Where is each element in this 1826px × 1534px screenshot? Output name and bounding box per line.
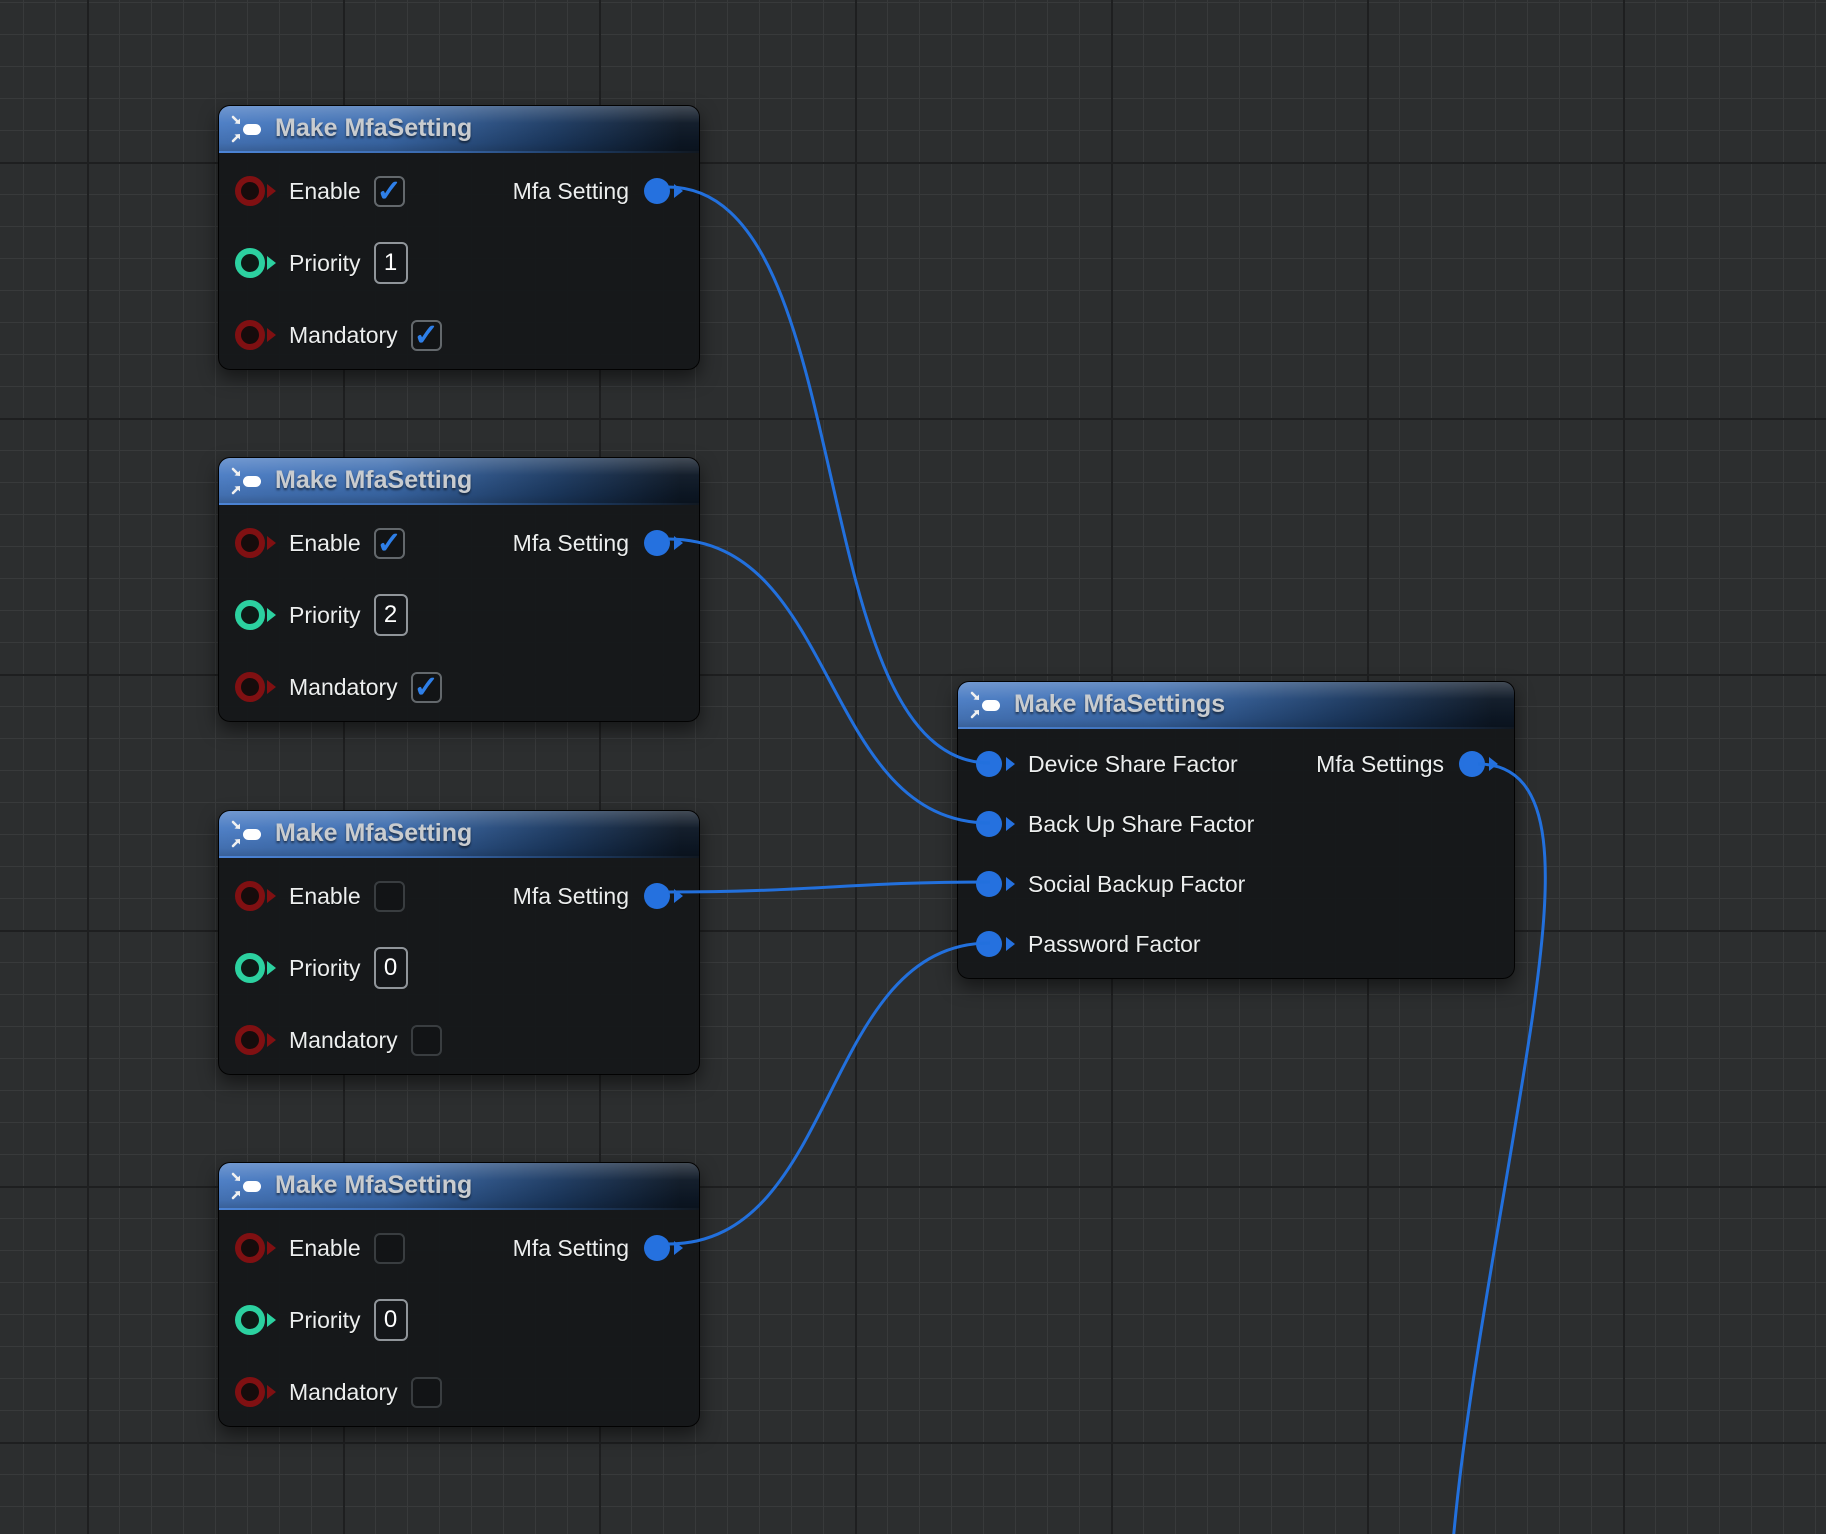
node-header[interactable]: Make MfaSettings xyxy=(958,682,1514,727)
enable-checkbox[interactable] xyxy=(374,1233,405,1264)
pin-label-enable: Enable xyxy=(289,178,361,205)
mandatory-checkbox[interactable] xyxy=(411,320,442,351)
bool-pin-enable[interactable] xyxy=(235,176,276,206)
node-make-mfasetting-1[interactable]: Make MfaSetting Enable Mfa Setting Prior… xyxy=(218,105,700,370)
pin-label-enable: Enable xyxy=(289,1235,361,1262)
node-title: Make MfaSetting xyxy=(275,1171,472,1200)
pin-label-mandatory: Mandatory xyxy=(289,322,398,349)
int-pin-priority[interactable] xyxy=(235,1305,276,1335)
pin-label-output: Mfa Setting xyxy=(513,883,629,910)
pin-label-priority: Priority xyxy=(289,250,361,277)
bool-pin-mandatory[interactable] xyxy=(235,320,276,350)
node-make-mfasettings[interactable]: Make MfaSettings Device Share Factor Mfa… xyxy=(957,681,1515,979)
pin-label-output: Mfa Setting xyxy=(513,530,629,557)
bool-pin-enable[interactable] xyxy=(235,881,276,911)
make-struct-icon xyxy=(230,464,264,498)
pin-label-output: Mfa Setting xyxy=(513,1235,629,1262)
make-struct-icon xyxy=(230,817,264,851)
pin-label-mandatory: Mandatory xyxy=(289,1379,398,1406)
node-header[interactable]: Make MfaSetting xyxy=(219,458,699,503)
pin-label-backup-share-factor: Back Up Share Factor xyxy=(1028,811,1254,838)
struct-pin-output[interactable] xyxy=(642,528,683,558)
make-struct-icon xyxy=(230,1169,264,1203)
enable-checkbox[interactable] xyxy=(374,881,405,912)
blueprint-canvas[interactable]: Make MfaSetting Enable Mfa Setting Prior… xyxy=(0,0,1826,1534)
pin-label-mandatory: Mandatory xyxy=(289,1027,398,1054)
bool-pin-mandatory[interactable] xyxy=(235,672,276,702)
node-title: Make MfaSetting xyxy=(275,466,472,495)
mandatory-checkbox[interactable] xyxy=(411,1025,442,1056)
pin-label-device-share-factor: Device Share Factor xyxy=(1028,751,1238,778)
pin-label-output: Mfa Settings xyxy=(1316,751,1444,778)
wire-setting3-to-social-backup[interactable] xyxy=(668,882,990,892)
bool-pin-enable[interactable] xyxy=(235,528,276,558)
node-title: Make MfaSettings xyxy=(1014,690,1225,719)
node-header[interactable]: Make MfaSetting xyxy=(219,811,699,856)
pin-label-social-backup-factor: Social Backup Factor xyxy=(1028,871,1245,898)
node-header[interactable]: Make MfaSetting xyxy=(219,106,699,151)
node-header[interactable]: Make MfaSetting xyxy=(219,1163,699,1208)
struct-pin-output[interactable] xyxy=(642,176,683,206)
int-pin-priority[interactable] xyxy=(235,600,276,630)
pin-label-priority: Priority xyxy=(289,1307,361,1334)
priority-input[interactable]: 1 xyxy=(374,242,408,284)
int-pin-priority[interactable] xyxy=(235,248,276,278)
bool-pin-mandatory[interactable] xyxy=(235,1377,276,1407)
priority-input[interactable]: 0 xyxy=(374,1299,408,1341)
int-pin-priority[interactable] xyxy=(235,953,276,983)
node-title: Make MfaSetting xyxy=(275,114,472,143)
pin-label-enable: Enable xyxy=(289,883,361,910)
make-struct-icon xyxy=(969,688,1003,722)
mandatory-checkbox[interactable] xyxy=(411,1377,442,1408)
struct-pin-output[interactable] xyxy=(642,1233,683,1263)
enable-checkbox[interactable] xyxy=(374,528,405,559)
make-struct-icon xyxy=(230,112,264,146)
pin-label-mandatory: Mandatory xyxy=(289,674,398,701)
pin-label-output: Mfa Setting xyxy=(513,178,629,205)
struct-pin-device-share-factor[interactable] xyxy=(974,749,1015,779)
mandatory-checkbox[interactable] xyxy=(411,672,442,703)
pin-label-password-factor: Password Factor xyxy=(1028,931,1201,958)
node-make-mfasetting-2[interactable]: Make MfaSetting Enable Mfa Setting Prior… xyxy=(218,457,700,722)
pin-label-enable: Enable xyxy=(289,530,361,557)
priority-input[interactable]: 0 xyxy=(374,947,408,989)
priority-input[interactable]: 2 xyxy=(374,594,408,636)
node-make-mfasetting-4[interactable]: Make MfaSetting Enable Mfa Setting Prior… xyxy=(218,1162,700,1427)
struct-pin-output[interactable] xyxy=(642,881,683,911)
wire-setting4-to-password[interactable] xyxy=(668,943,990,1244)
pin-label-priority: Priority xyxy=(289,602,361,629)
bool-pin-mandatory[interactable] xyxy=(235,1025,276,1055)
pin-label-priority: Priority xyxy=(289,955,361,982)
enable-checkbox[interactable] xyxy=(374,176,405,207)
wire-setting2-to-backup-share[interactable] xyxy=(668,539,990,823)
node-make-mfasetting-3[interactable]: Make MfaSetting Enable Mfa Setting Prior… xyxy=(218,810,700,1075)
bool-pin-enable[interactable] xyxy=(235,1233,276,1263)
node-title: Make MfaSetting xyxy=(275,819,472,848)
struct-pin-social-backup-factor[interactable] xyxy=(974,869,1015,899)
